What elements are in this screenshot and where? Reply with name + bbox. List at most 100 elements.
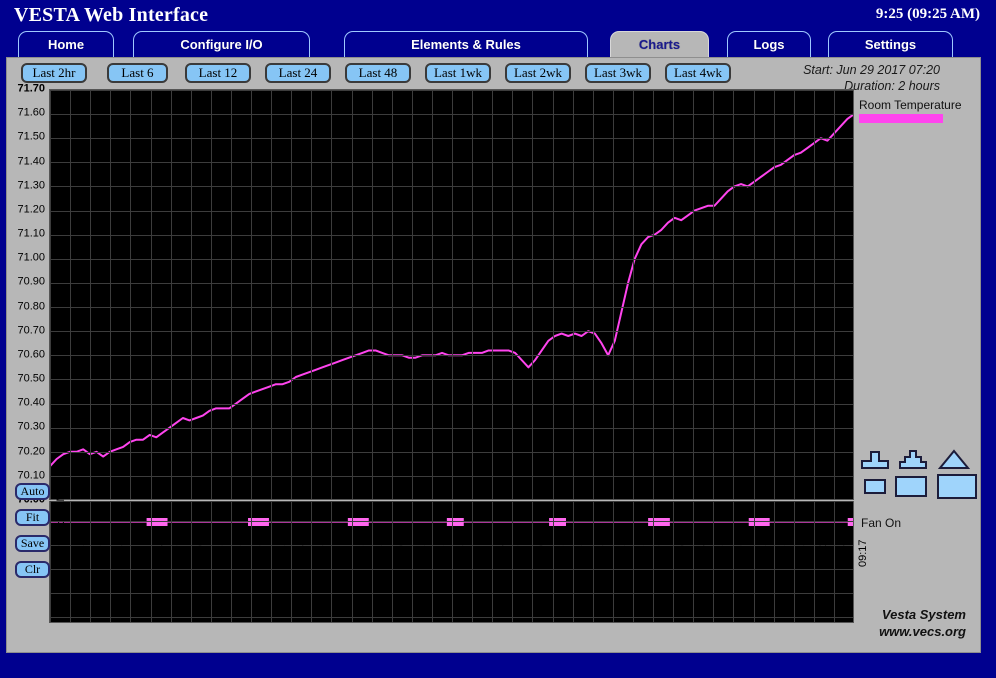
plot-gridline-vertical <box>291 90 292 499</box>
vesta-web-interface: VESTA Web Interface 9:25 (09:25 AM) Home… <box>0 0 996 678</box>
x-axis-tick-label: 08:27 <box>516 539 529 567</box>
digital-gridline-vertical <box>653 501 654 622</box>
plot-gridline-horizontal <box>50 259 853 260</box>
plot-gridline-vertical <box>593 90 594 499</box>
plot-gridline-vertical <box>452 90 453 499</box>
range-button-last-1wk[interactable]: Last 1wk <box>425 63 491 83</box>
digital-gridline-vertical <box>814 501 815 622</box>
legend-label-room-temperature: Room Temperature <box>859 98 962 112</box>
fit-button[interactable]: Fit <box>15 509 50 526</box>
range-button-last-3wk[interactable]: Last 3wk <box>585 63 651 83</box>
y-axis-tick-label: 70.30 <box>17 420 45 433</box>
tab-configure-i-o[interactable]: Configure I/O <box>133 31 310 57</box>
footer-system-name: Vesta System <box>881 607 966 622</box>
range-button-last-12[interactable]: Last 12 <box>185 63 251 83</box>
tab-settings[interactable]: Settings <box>828 31 953 57</box>
range-button-last-4wk[interactable]: Last 4wk <box>665 63 731 83</box>
plot-gridline-vertical <box>70 90 71 499</box>
plot-gridline-horizontal <box>50 138 853 139</box>
digital-gridline-vertical <box>130 501 131 622</box>
plot-gridline-horizontal <box>50 379 853 380</box>
y-axis-tick-label: 71.30 <box>17 179 45 192</box>
digital-gridline-vertical <box>532 501 533 622</box>
fan-on-pulse <box>648 518 670 526</box>
x-axis-tick-label: 08:47 <box>656 539 669 567</box>
plot-gridline-vertical <box>191 90 192 499</box>
x-axis-tick-label: 08:30 <box>536 539 549 567</box>
x-axis-tick-label: 08:10 <box>395 539 408 567</box>
plot-gridline-horizontal <box>50 162 853 163</box>
fan-on-pulse <box>847 518 853 526</box>
plot-gridline-horizontal <box>50 452 853 453</box>
zoom-medium-icon[interactable] <box>897 448 929 472</box>
digital-gridline-vertical <box>271 501 272 622</box>
digital-trace-plot[interactable] <box>49 501 854 623</box>
plot-gridline-vertical <box>794 90 795 499</box>
plot-gridline-vertical <box>573 90 574 499</box>
x-axis-tick-label: 08:38 <box>596 539 609 567</box>
x-axis-tick-label: 08:50 <box>676 539 689 567</box>
tab-charts[interactable]: Charts <box>610 31 709 57</box>
main-tabbar: Home Configure I/O Elements & Rules Charts L… <box>0 31 996 58</box>
x-axis-tick-label: 07:22 <box>75 539 88 567</box>
plot-gridline-horizontal <box>50 476 853 477</box>
digital-gridline-vertical <box>291 501 292 622</box>
digital-legend-label-fan-on: Fan On <box>861 516 902 530</box>
fan-on-pulse <box>549 518 566 526</box>
plot-gridline-vertical <box>211 90 212 499</box>
range-button-last-6[interactable]: Last 6 <box>107 63 168 83</box>
clr-button[interactable]: Clr <box>15 561 50 578</box>
clock-display: 9:25 (09:25 AM) <box>875 6 980 22</box>
window-medium-icon[interactable] <box>894 475 928 498</box>
x-axis-tick-label: 08:24 <box>496 539 509 567</box>
digital-gridline-vertical <box>90 501 91 622</box>
plot-gridline-vertical <box>412 90 413 499</box>
y-axis-tick-label: 71.50 <box>17 130 45 143</box>
plot-gridline-horizontal <box>50 428 853 429</box>
window-small-icon[interactable] <box>863 478 887 495</box>
plot-gridline-vertical <box>673 90 674 499</box>
save-button[interactable]: Save <box>15 535 50 552</box>
digital-gridline-vertical <box>573 501 574 622</box>
plot-gridline-vertical <box>130 90 131 499</box>
digital-gridline-vertical <box>412 501 413 622</box>
digital-gridline-vertical <box>613 501 614 622</box>
digital-gridline-vertical <box>834 501 835 622</box>
app-header: VESTA Web Interface 9:25 (09:25 AM) <box>0 0 996 32</box>
plot-gridline-vertical <box>50 90 51 499</box>
zoom-wide-icon[interactable] <box>860 448 890 472</box>
range-button-last-24[interactable]: Last 24 <box>265 63 331 83</box>
y-axis-tick-label: 70.80 <box>17 300 45 313</box>
digital-gridline-vertical <box>754 501 755 622</box>
plot-gridline-horizontal <box>50 404 853 405</box>
temperature-plot[interactable] <box>49 89 854 500</box>
x-axis-tick-label: 08:15 <box>435 539 448 567</box>
window-large-icon[interactable] <box>936 473 978 500</box>
plot-gridline-vertical <box>231 90 232 499</box>
digital-gridline-vertical <box>673 501 674 622</box>
y-axis-tick-label: 70.60 <box>17 348 45 361</box>
tab-elements-rules[interactable]: Elements & Rules <box>344 31 588 57</box>
tab-label: Settings <box>864 37 917 52</box>
digital-gridline-vertical <box>171 501 172 622</box>
tab-home[interactable]: Home <box>18 31 114 57</box>
x-axis-tick-label: 08:56 <box>716 539 729 567</box>
plot-gridline-vertical <box>372 90 373 499</box>
auto-button[interactable]: Auto <box>15 483 50 500</box>
y-axis-tick-label: 71.60 <box>17 106 45 119</box>
range-button-last-2wk[interactable]: Last 2wk <box>505 63 571 83</box>
tab-logs[interactable]: Logs <box>727 31 811 57</box>
y-axis-tick-label: 70.40 <box>17 396 45 409</box>
digital-gridline-vertical <box>794 501 795 622</box>
plot-gridline-horizontal <box>50 211 853 212</box>
range-button-last-48[interactable]: Last 48 <box>345 63 411 83</box>
footer-branding: Vesta System www.vecs.org <box>879 606 966 640</box>
range-button-last-2hr[interactable]: Last 2hr <box>21 63 87 83</box>
digital-gridline-vertical <box>50 501 51 622</box>
x-axis-tick-label: 08:36 <box>576 539 589 567</box>
digital-gridline-vertical <box>492 501 493 622</box>
zoom-narrow-icon[interactable] <box>937 448 971 472</box>
plot-gridline-vertical <box>733 90 734 499</box>
plot-gridline-vertical <box>653 90 654 499</box>
x-axis-tick-label: 09:14 <box>836 539 849 567</box>
